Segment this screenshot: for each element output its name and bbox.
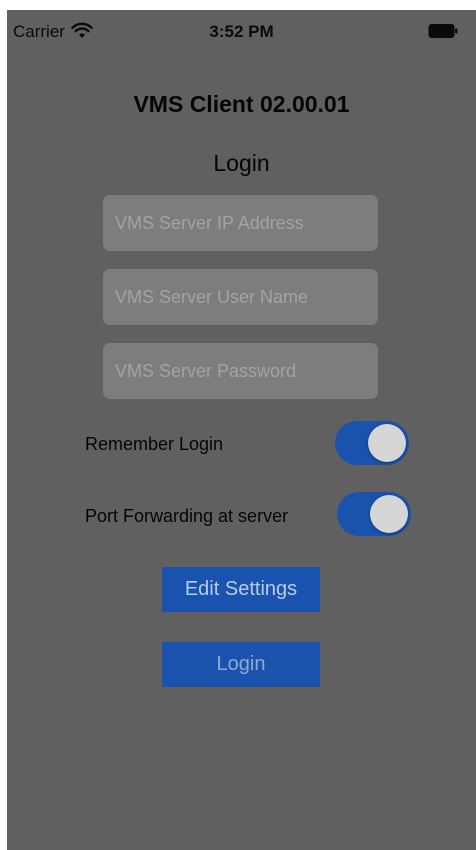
app-title: VMS Client 02.00.01 — [133, 91, 350, 117]
toggle-knob — [368, 424, 406, 462]
status-time: 3:52 PM — [209, 22, 274, 41]
login-heading: Login — [213, 150, 270, 176]
login-button[interactable]: Login — [162, 642, 320, 687]
edit-settings-button[interactable]: Edit Settings — [162, 567, 320, 612]
battery-icon — [428, 24, 458, 38]
login-screen: Carrier 3:52 PM VMS Client 02.00.01 Logi… — [7, 10, 476, 850]
username-input[interactable] — [103, 269, 378, 325]
remember-login-label: Remember Login — [85, 434, 224, 454]
top-band — [0, 0, 476, 10]
remember-login-toggle[interactable] — [335, 421, 409, 465]
password-input[interactable] — [103, 343, 378, 399]
toggle-knob — [370, 495, 408, 533]
port-forwarding-label: Port Forwarding at server — [85, 506, 289, 526]
port-forwarding-toggle[interactable] — [337, 492, 411, 536]
server-ip-input[interactable] — [103, 195, 378, 251]
device-frame: Carrier 3:52 PM VMS Client 02.00.01 Logi… — [0, 0, 476, 850]
status-bar: Carrier 3:52 PM — [7, 10, 476, 50]
